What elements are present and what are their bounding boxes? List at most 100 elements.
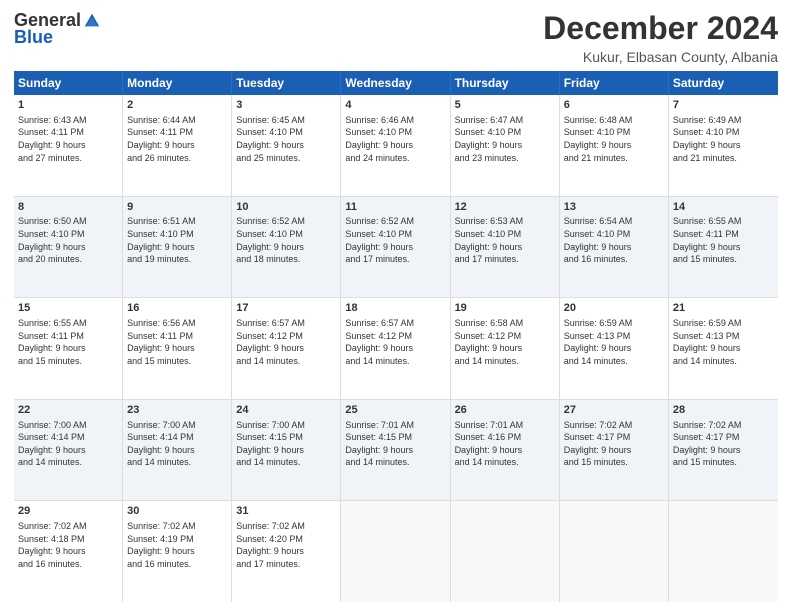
cell-info: Sunrise: 7:02 AMSunset: 4:19 PMDaylight:…	[127, 520, 227, 570]
day-cell-11: 11Sunrise: 6:52 AMSunset: 4:10 PMDayligh…	[341, 197, 450, 298]
cell-info: Sunrise: 6:59 AMSunset: 4:13 PMDaylight:…	[564, 317, 664, 367]
day-number: 21	[673, 301, 774, 316]
day-cell-4: 4Sunrise: 6:46 AMSunset: 4:10 PMDaylight…	[341, 95, 450, 196]
day-number: 26	[455, 403, 555, 418]
cell-info: Sunrise: 6:49 AMSunset: 4:10 PMDaylight:…	[673, 114, 774, 164]
day-cell-25: 25Sunrise: 7:01 AMSunset: 4:15 PMDayligh…	[341, 400, 450, 501]
cell-info: Sunrise: 6:54 AMSunset: 4:10 PMDaylight:…	[564, 215, 664, 265]
calendar-body: 1Sunrise: 6:43 AMSunset: 4:11 PMDaylight…	[14, 95, 778, 602]
day-number: 23	[127, 403, 227, 418]
day-cell-18: 18Sunrise: 6:57 AMSunset: 4:12 PMDayligh…	[341, 298, 450, 399]
cell-info: Sunrise: 7:02 AMSunset: 4:18 PMDaylight:…	[18, 520, 118, 570]
day-number: 19	[455, 301, 555, 316]
day-number: 29	[18, 504, 118, 519]
cell-info: Sunrise: 7:02 AMSunset: 4:20 PMDaylight:…	[236, 520, 336, 570]
day-cell-13: 13Sunrise: 6:54 AMSunset: 4:10 PMDayligh…	[560, 197, 669, 298]
day-number: 7	[673, 98, 774, 113]
day-number: 11	[345, 200, 445, 215]
cell-info: Sunrise: 7:02 AMSunset: 4:17 PMDaylight:…	[564, 419, 664, 469]
day-cell-22: 22Sunrise: 7:00 AMSunset: 4:14 PMDayligh…	[14, 400, 123, 501]
main-container: General Blue December 2024 Kukur, Elbasa…	[0, 0, 792, 612]
day-number: 15	[18, 301, 118, 316]
day-number: 10	[236, 200, 336, 215]
day-cell-20: 20Sunrise: 6:59 AMSunset: 4:13 PMDayligh…	[560, 298, 669, 399]
calendar-row-5: 29Sunrise: 7:02 AMSunset: 4:18 PMDayligh…	[14, 501, 778, 602]
cell-info: Sunrise: 6:58 AMSunset: 4:12 PMDaylight:…	[455, 317, 555, 367]
day-cell-29: 29Sunrise: 7:02 AMSunset: 4:18 PMDayligh…	[14, 501, 123, 602]
cell-info: Sunrise: 6:53 AMSunset: 4:10 PMDaylight:…	[455, 215, 555, 265]
cell-info: Sunrise: 6:55 AMSunset: 4:11 PMDaylight:…	[18, 317, 118, 367]
cell-info: Sunrise: 7:02 AMSunset: 4:17 PMDaylight:…	[673, 419, 774, 469]
day-header-monday: Monday	[123, 71, 232, 95]
day-cell-21: 21Sunrise: 6:59 AMSunset: 4:13 PMDayligh…	[669, 298, 778, 399]
title-section: December 2024 Kukur, Elbasan County, Alb…	[543, 10, 778, 65]
cell-info: Sunrise: 6:52 AMSunset: 4:10 PMDaylight:…	[345, 215, 445, 265]
day-number: 3	[236, 98, 336, 113]
day-number: 30	[127, 504, 227, 519]
day-number: 25	[345, 403, 445, 418]
day-cell-10: 10Sunrise: 6:52 AMSunset: 4:10 PMDayligh…	[232, 197, 341, 298]
calendar-row-2: 8Sunrise: 6:50 AMSunset: 4:10 PMDaylight…	[14, 197, 778, 299]
day-cell-28: 28Sunrise: 7:02 AMSunset: 4:17 PMDayligh…	[669, 400, 778, 501]
day-cell-19: 19Sunrise: 6:58 AMSunset: 4:12 PMDayligh…	[451, 298, 560, 399]
cell-info: Sunrise: 7:00 AMSunset: 4:14 PMDaylight:…	[18, 419, 118, 469]
cell-info: Sunrise: 6:55 AMSunset: 4:11 PMDaylight:…	[673, 215, 774, 265]
cell-info: Sunrise: 6:57 AMSunset: 4:12 PMDaylight:…	[345, 317, 445, 367]
day-header-friday: Friday	[560, 71, 669, 95]
cell-info: Sunrise: 6:43 AMSunset: 4:11 PMDaylight:…	[18, 114, 118, 164]
day-cell-16: 16Sunrise: 6:56 AMSunset: 4:11 PMDayligh…	[123, 298, 232, 399]
day-cell-7: 7Sunrise: 6:49 AMSunset: 4:10 PMDaylight…	[669, 95, 778, 196]
empty-cell	[451, 501, 560, 602]
day-number: 28	[673, 403, 774, 418]
cell-info: Sunrise: 6:56 AMSunset: 4:11 PMDaylight:…	[127, 317, 227, 367]
day-cell-26: 26Sunrise: 7:01 AMSunset: 4:16 PMDayligh…	[451, 400, 560, 501]
cell-info: Sunrise: 6:45 AMSunset: 4:10 PMDaylight:…	[236, 114, 336, 164]
day-number: 14	[673, 200, 774, 215]
day-header-thursday: Thursday	[451, 71, 560, 95]
day-number: 22	[18, 403, 118, 418]
empty-cell	[341, 501, 450, 602]
day-number: 5	[455, 98, 555, 113]
day-header-tuesday: Tuesday	[232, 71, 341, 95]
day-cell-17: 17Sunrise: 6:57 AMSunset: 4:12 PMDayligh…	[232, 298, 341, 399]
cell-info: Sunrise: 6:48 AMSunset: 4:10 PMDaylight:…	[564, 114, 664, 164]
day-number: 6	[564, 98, 664, 113]
day-cell-12: 12Sunrise: 6:53 AMSunset: 4:10 PMDayligh…	[451, 197, 560, 298]
location: Kukur, Elbasan County, Albania	[543, 49, 778, 65]
day-cell-2: 2Sunrise: 6:44 AMSunset: 4:11 PMDaylight…	[123, 95, 232, 196]
day-number: 1	[18, 98, 118, 113]
calendar-row-4: 22Sunrise: 7:00 AMSunset: 4:14 PMDayligh…	[14, 400, 778, 502]
empty-cell	[560, 501, 669, 602]
day-number: 18	[345, 301, 445, 316]
cell-info: Sunrise: 6:57 AMSunset: 4:12 PMDaylight:…	[236, 317, 336, 367]
day-number: 31	[236, 504, 336, 519]
day-number: 8	[18, 200, 118, 215]
empty-cell	[669, 501, 778, 602]
day-cell-30: 30Sunrise: 7:02 AMSunset: 4:19 PMDayligh…	[123, 501, 232, 602]
day-number: 9	[127, 200, 227, 215]
day-number: 20	[564, 301, 664, 316]
day-cell-27: 27Sunrise: 7:02 AMSunset: 4:17 PMDayligh…	[560, 400, 669, 501]
day-number: 13	[564, 200, 664, 215]
day-cell-23: 23Sunrise: 7:00 AMSunset: 4:14 PMDayligh…	[123, 400, 232, 501]
cell-info: Sunrise: 6:52 AMSunset: 4:10 PMDaylight:…	[236, 215, 336, 265]
day-cell-9: 9Sunrise: 6:51 AMSunset: 4:10 PMDaylight…	[123, 197, 232, 298]
day-number: 17	[236, 301, 336, 316]
day-number: 2	[127, 98, 227, 113]
day-header-wednesday: Wednesday	[341, 71, 450, 95]
cell-info: Sunrise: 6:50 AMSunset: 4:10 PMDaylight:…	[18, 215, 118, 265]
day-cell-8: 8Sunrise: 6:50 AMSunset: 4:10 PMDaylight…	[14, 197, 123, 298]
day-cell-14: 14Sunrise: 6:55 AMSunset: 4:11 PMDayligh…	[669, 197, 778, 298]
cell-info: Sunrise: 7:01 AMSunset: 4:15 PMDaylight:…	[345, 419, 445, 469]
logo-icon	[83, 12, 101, 30]
day-cell-31: 31Sunrise: 7:02 AMSunset: 4:20 PMDayligh…	[232, 501, 341, 602]
cell-info: Sunrise: 7:01 AMSunset: 4:16 PMDaylight:…	[455, 419, 555, 469]
cell-info: Sunrise: 6:51 AMSunset: 4:10 PMDaylight:…	[127, 215, 227, 265]
header: General Blue December 2024 Kukur, Elbasa…	[14, 10, 778, 65]
cell-info: Sunrise: 7:00 AMSunset: 4:14 PMDaylight:…	[127, 419, 227, 469]
day-cell-6: 6Sunrise: 6:48 AMSunset: 4:10 PMDaylight…	[560, 95, 669, 196]
day-cell-15: 15Sunrise: 6:55 AMSunset: 4:11 PMDayligh…	[14, 298, 123, 399]
day-header-saturday: Saturday	[669, 71, 778, 95]
day-number: 4	[345, 98, 445, 113]
calendar-row-3: 15Sunrise: 6:55 AMSunset: 4:11 PMDayligh…	[14, 298, 778, 400]
